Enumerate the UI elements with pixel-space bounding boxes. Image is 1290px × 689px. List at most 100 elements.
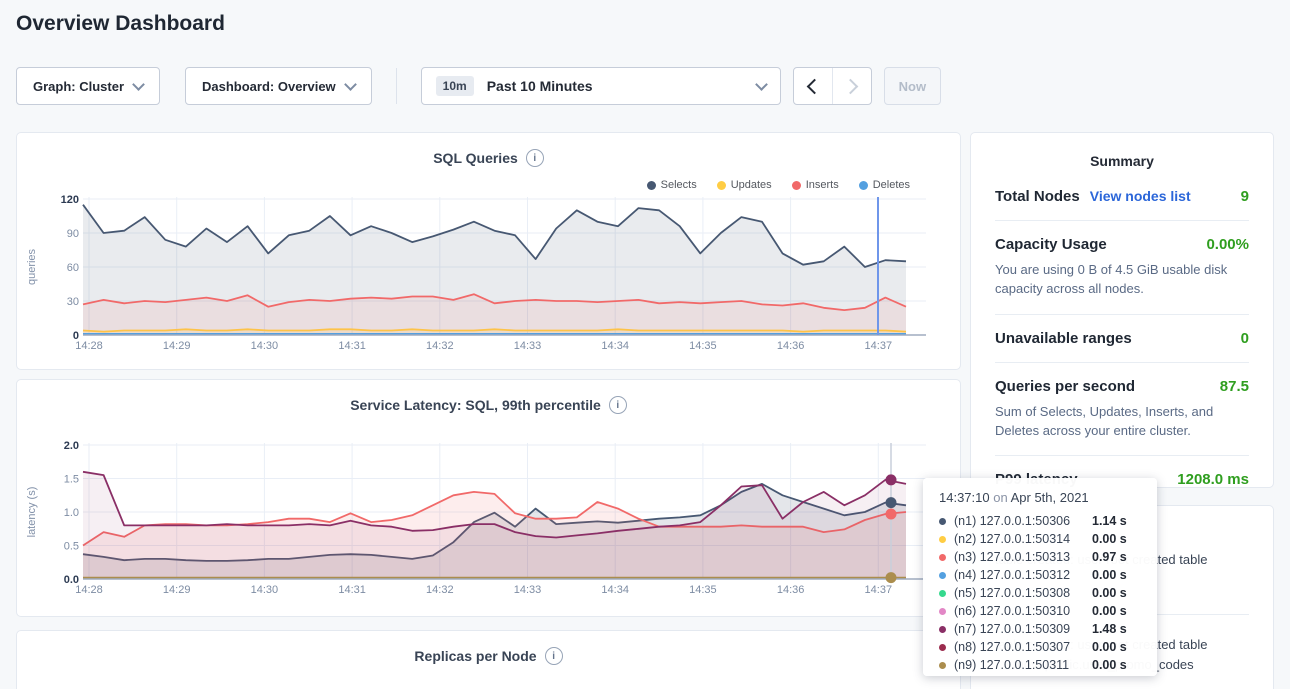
info-icon[interactable]: i: [526, 149, 544, 167]
hover-point-dot: [886, 572, 897, 583]
legend-item-deletes: Deletes: [859, 179, 910, 191]
node-dot-icon: [939, 608, 946, 615]
info-icon[interactable]: i: [609, 396, 627, 414]
node-address: (n2) 127.0.0.1:50314: [954, 532, 1092, 546]
time-forward-button[interactable]: [833, 68, 871, 104]
x-tick-label: 14:31: [338, 584, 366, 596]
legend-dot-icon: [859, 181, 868, 190]
tooltip-timestamp: 14:37:10 on Apr 5th, 2021: [939, 490, 1157, 505]
tooltip-node-row: (n2) 127.0.0.1:503140.00 s: [939, 530, 1157, 548]
y-tick-label: 2.0: [64, 440, 79, 452]
summary-row-unavailable-ranges: Unavailable ranges 0: [995, 315, 1249, 363]
legend-dot-icon: [647, 181, 656, 190]
sql-queries-card: SQL Queries i Selects Updates Inserts Delet…: [16, 132, 961, 370]
chart-title-row: Service Latency: SQL, 99th percentile i: [17, 396, 960, 414]
time-range-picker[interactable]: 10m Past 10 Minutes: [421, 67, 781, 105]
p99-latency-value: 1208.0 ms: [1177, 471, 1249, 488]
time-range-badge: 10m: [436, 76, 474, 96]
chevron-down-icon: [132, 78, 145, 91]
capacity-usage-label: Capacity Usage: [995, 236, 1107, 253]
time-step-buttons: [793, 67, 872, 105]
graph-scope-dropdown[interactable]: Graph: Cluster: [16, 67, 160, 105]
node-address: (n6) 127.0.0.1:50310: [954, 604, 1092, 618]
node-dot-icon: [939, 662, 946, 669]
dashboard-dropdown[interactable]: Dashboard: Overview: [185, 67, 372, 105]
tooltip-on-word: on: [993, 490, 1007, 505]
legend-label: Deletes: [873, 179, 910, 191]
toolbar: Graph: Cluster Dashboard: Overview 10m P…: [16, 67, 941, 105]
capacity-usage-value: 0.00%: [1206, 236, 1249, 253]
node-dot-icon: [939, 536, 946, 543]
node-latency-value: 1.14 s: [1092, 514, 1127, 528]
sql-queries-legend: Selects Updates Inserts Deletes: [647, 179, 910, 191]
x-tick-label: 14:31: [338, 340, 366, 352]
total-nodes-value: 9: [1241, 188, 1249, 205]
summary-row-queries-per-second: Queries per second 87.5 Sum of Selects, …: [995, 363, 1249, 457]
queries-per-second-value: 87.5: [1220, 378, 1249, 395]
x-tick-label: 14:33: [514, 340, 542, 352]
x-tick-label: 14:37: [865, 340, 893, 352]
y-tick-label: 1.5: [64, 474, 79, 486]
node-address: (n4) 127.0.0.1:50312: [954, 568, 1092, 582]
node-latency-value: 1.48 s: [1092, 622, 1127, 636]
service-latency-chart[interactable]: 14:2814:2914:3014:3114:3214:3314:3414:35…: [21, 435, 941, 601]
node-address: (n8) 127.0.0.1:50307: [954, 640, 1092, 654]
node-address: (n9) 127.0.0.1:50311: [954, 658, 1092, 672]
node-latency-value: 0.00 s: [1092, 568, 1127, 582]
tooltip-date: Apr 5th, 2021: [1011, 490, 1089, 505]
info-icon[interactable]: i: [545, 647, 563, 665]
tooltip-node-row: (n5) 127.0.0.1:503080.00 s: [939, 584, 1157, 602]
hover-point-dot: [886, 497, 897, 508]
tooltip-node-row: (n7) 127.0.0.1:503091.48 s: [939, 620, 1157, 638]
sql-queries-chart[interactable]: 14:2814:2914:3014:3114:3214:3314:3414:35…: [21, 191, 941, 355]
hover-point-dot: [886, 509, 897, 520]
y-axis-unit-label: queries: [26, 248, 38, 285]
summary-row-capacity-usage: Capacity Usage 0.00% You are using 0 B o…: [995, 221, 1249, 315]
legend-label: Selects: [661, 179, 697, 191]
y-tick-label: 0: [73, 330, 79, 342]
capacity-usage-subtext: You are using 0 B of 4.5 GiB usable disk…: [995, 261, 1249, 299]
service-latency-card: Service Latency: SQL, 99th percentile i …: [16, 379, 961, 617]
node-address: (n7) 127.0.0.1:50309: [954, 622, 1092, 636]
node-dot-icon: [939, 590, 946, 597]
node-address: (n5) 127.0.0.1:50308: [954, 586, 1092, 600]
y-tick-label: 120: [61, 194, 79, 206]
chart-hover-tooltip: 14:37:10 on Apr 5th, 2021 (n1) 127.0.0.1…: [923, 478, 1157, 676]
x-tick-label: 14:35: [689, 340, 717, 352]
now-button[interactable]: Now: [884, 67, 941, 105]
x-tick-label: 14:28: [75, 340, 103, 352]
time-back-button[interactable]: [794, 68, 833, 104]
legend-label: Updates: [731, 179, 772, 191]
view-nodes-list-link[interactable]: View nodes list: [1090, 188, 1191, 204]
node-address: (n1) 127.0.0.1:50306: [954, 514, 1092, 528]
tooltip-node-row: (n6) 127.0.0.1:503100.00 s: [939, 602, 1157, 620]
tooltip-time: 14:37:10: [939, 490, 990, 505]
x-tick-label: 14:34: [601, 340, 629, 352]
legend-label: Inserts: [806, 179, 839, 191]
x-tick-label: 14:29: [163, 584, 191, 596]
overview-dashboard-page: Overview Dashboard Graph: Cluster Dashbo…: [0, 0, 1290, 689]
x-tick-label: 14:35: [689, 584, 717, 596]
node-latency-value: 0.00 s: [1092, 532, 1127, 546]
sql-queries-title: SQL Queries: [433, 150, 518, 166]
node-latency-value: 0.00 s: [1092, 640, 1127, 654]
chevron-left-icon: [806, 78, 822, 94]
x-tick-label: 14:36: [777, 340, 805, 352]
page-title: Overview Dashboard: [16, 12, 225, 36]
chart-title-row: Replicas per Node i: [17, 647, 960, 665]
chevron-down-icon: [344, 78, 357, 91]
legend-dot-icon: [717, 181, 726, 190]
x-tick-label: 14:33: [514, 584, 542, 596]
tooltip-rows: (n1) 127.0.0.1:503061.14 s(n2) 127.0.0.1…: [939, 512, 1157, 674]
x-tick-label: 14:29: [163, 340, 191, 352]
legend-item-selects: Selects: [647, 179, 697, 191]
tooltip-node-row: (n4) 127.0.0.1:503120.00 s: [939, 566, 1157, 584]
tooltip-node-row: (n3) 127.0.0.1:503130.97 s: [939, 548, 1157, 566]
chart-title-row: SQL Queries i: [17, 149, 960, 167]
unavailable-ranges-value: 0: [1241, 330, 1249, 347]
node-latency-value: 0.00 s: [1092, 604, 1127, 618]
unavailable-ranges-label: Unavailable ranges: [995, 330, 1132, 347]
x-tick-label: 14:30: [251, 584, 279, 596]
replicas-per-node-title: Replicas per Node: [414, 648, 536, 664]
summary-row-total-nodes: Total Nodes View nodes list 9: [995, 173, 1249, 221]
